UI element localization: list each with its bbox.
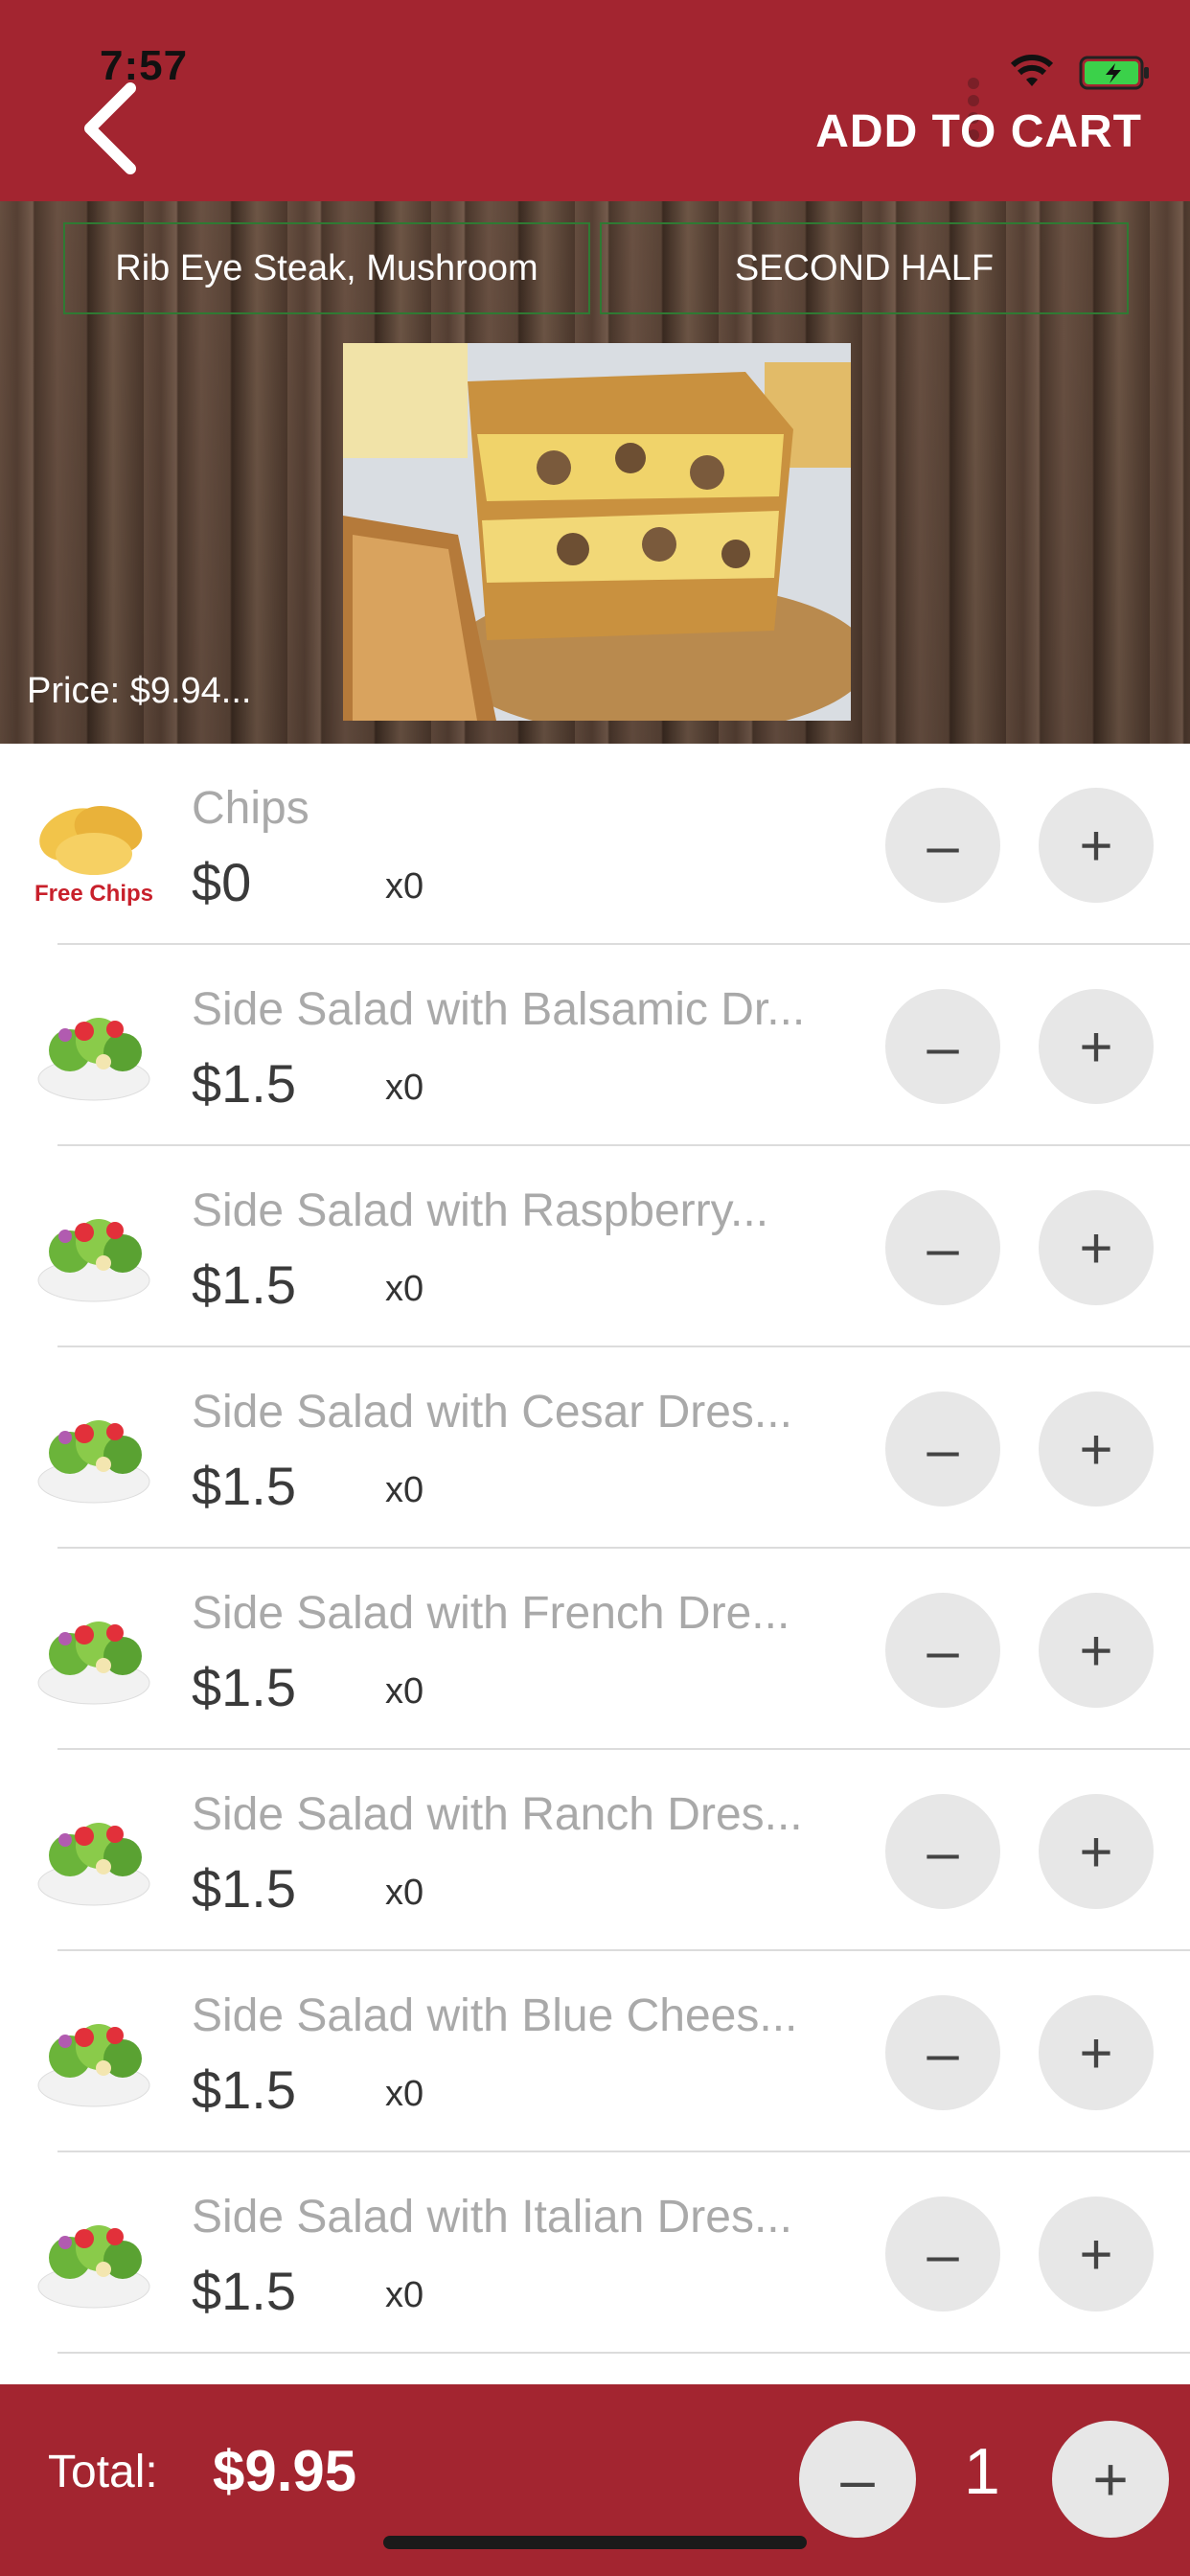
salad-thumbnail: [27, 1990, 161, 2114]
list-item: Side Salad with French Dre... $1.5 x0 – …: [0, 1549, 1190, 1750]
sandwich-image: [343, 343, 851, 721]
total-bar: Total: $9.95 – 1 +: [0, 2384, 1190, 2576]
item-price: $1.5: [192, 1456, 296, 1516]
item-name: Side Salad with Italian Dres...: [192, 2192, 792, 2242]
first-half-button[interactable]: Rib Eye Steak, Mushroom: [63, 222, 590, 314]
salad-thumbnail: [27, 2191, 161, 2315]
divider: [57, 2352, 1190, 2354]
decrease-button[interactable]: –: [885, 1995, 1000, 2110]
decrease-button[interactable]: –: [885, 1190, 1000, 1305]
item-name: Side Salad with Ranch Dres...: [192, 1789, 803, 1840]
item-quantity: x0: [385, 1068, 424, 1108]
quantity-value: 1: [964, 2435, 1000, 2508]
increase-button[interactable]: +: [1039, 989, 1154, 1104]
item-name: Side Salad with Balsamic Dr...: [192, 984, 806, 1035]
increase-button[interactable]: +: [1039, 1794, 1154, 1909]
list-item: Side Salad with Blue Chees... $1.5 x0 – …: [0, 1951, 1190, 2152]
top-bar: 7:57 ADD TO CART: [0, 0, 1190, 201]
item-price: $0: [192, 852, 252, 912]
item-quantity: x0: [385, 1269, 424, 1309]
salad-thumbnail: [27, 1587, 161, 1712]
quantity-increase-button[interactable]: +: [1052, 2421, 1169, 2538]
wifi-icon: [1010, 55, 1054, 86]
item-price: $1.5: [192, 1858, 296, 1919]
salad-thumbnail: [27, 1184, 161, 1309]
price-label: Price: $9.94...: [27, 671, 252, 711]
increase-button[interactable]: +: [1039, 1593, 1154, 1708]
increase-button[interactable]: +: [1039, 788, 1154, 903]
item-quantity: x0: [385, 1873, 424, 1913]
list-item: Side Salad with Italian Dres... $1.5 x0 …: [0, 2152, 1190, 2354]
increase-button[interactable]: +: [1039, 1190, 1154, 1305]
item-quantity: x0: [385, 866, 424, 907]
item-quantity: x0: [385, 1470, 424, 1510]
increase-button[interactable]: +: [1039, 1995, 1154, 2110]
item-price: $1.5: [192, 1053, 296, 1114]
list-item: Free Chips Chips $0 x0 – +: [0, 744, 1190, 945]
salad-thumbnail: [27, 983, 161, 1108]
list-item: Side Salad with Raspberry... $1.5 x0 – +: [0, 1146, 1190, 1347]
free-chips-caption: Free Chips: [34, 881, 153, 907]
item-quantity: x0: [385, 1671, 424, 1712]
decrease-button[interactable]: –: [885, 788, 1000, 903]
item-price: $1.5: [192, 1254, 296, 1315]
item-price: $1.5: [192, 2261, 296, 2321]
item-price: $1.5: [192, 1657, 296, 1717]
back-button[interactable]: [77, 80, 163, 176]
decrease-button[interactable]: –: [885, 989, 1000, 1104]
item-quantity: x0: [385, 2074, 424, 2114]
home-indicator[interactable]: [383, 2536, 807, 2549]
add-to-cart-button[interactable]: ADD TO CART: [815, 105, 1142, 158]
decrease-button[interactable]: –: [885, 1593, 1000, 1708]
battery-icon: [1079, 56, 1149, 90]
item-name: Side Salad with Blue Chees...: [192, 1990, 798, 2041]
decrease-button[interactable]: –: [885, 1392, 1000, 1506]
item-name: Side Salad with Cesar Dres...: [192, 1387, 792, 1438]
increase-button[interactable]: +: [1039, 2196, 1154, 2312]
increase-button[interactable]: +: [1039, 1392, 1154, 1506]
item-quantity: x0: [385, 2275, 424, 2315]
item-name: Side Salad with French Dre...: [192, 1588, 790, 1639]
decrease-button[interactable]: –: [885, 2196, 1000, 2312]
list-item: Side Salad with Cesar Dres... $1.5 x0 – …: [0, 1347, 1190, 1549]
salad-thumbnail: [27, 1788, 161, 1913]
item-price: $1.5: [192, 2059, 296, 2120]
item-name: Chips: [192, 783, 309, 834]
chips-thumbnail: Free Chips: [27, 782, 161, 907]
item-hero: Rib Eye Steak, Mushroom SECOND HALF Pric…: [0, 201, 1190, 744]
salad-thumbnail: [27, 1386, 161, 1510]
total-value: $9.95: [213, 2439, 357, 2503]
item-name: Side Salad with Raspberry...: [192, 1185, 769, 1236]
total-label: Total:: [48, 2447, 158, 2497]
chevron-left-icon: [84, 82, 136, 174]
side-items-list: Free Chips Chips $0 x0 – + Side Salad wi…: [0, 744, 1190, 2354]
list-item: Side Salad with Balsamic Dr... $1.5 x0 –…: [0, 945, 1190, 1146]
quantity-decrease-button[interactable]: –: [799, 2421, 916, 2538]
list-item: Side Salad with Ranch Dres... $1.5 x0 – …: [0, 1750, 1190, 1951]
second-half-button[interactable]: SECOND HALF: [600, 222, 1129, 314]
decrease-button[interactable]: –: [885, 1794, 1000, 1909]
